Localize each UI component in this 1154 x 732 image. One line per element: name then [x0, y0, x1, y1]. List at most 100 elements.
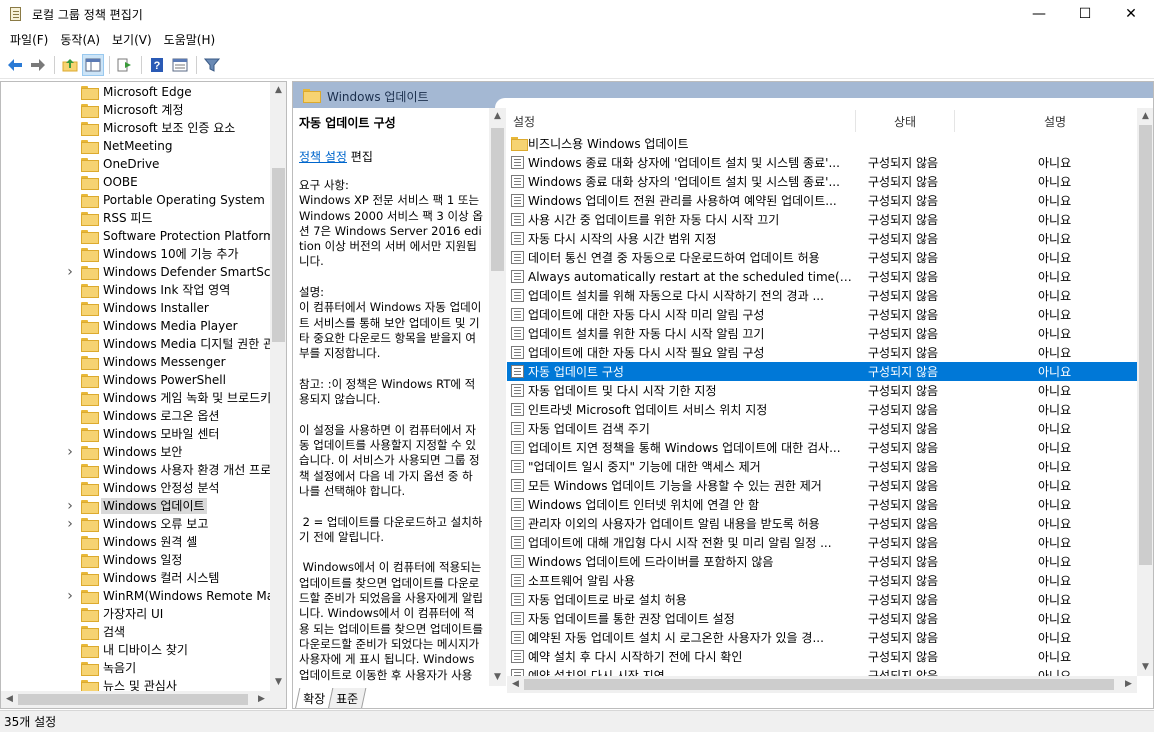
tree-item[interactable]: Microsoft 계정: [1, 101, 271, 119]
tree-item[interactable]: 검색: [1, 623, 271, 641]
tree-item[interactable]: Windows 일정: [1, 551, 271, 569]
tree-item[interactable]: Windows Media 디지털 권한 관: [1, 335, 271, 353]
policy-setting-row[interactable]: 업데이트 설치를 위해 자동으로 다시 시작하기 전의 경과 ... 구성되지 않…: [507, 286, 1137, 305]
properties-view-icon[interactable]: [169, 54, 191, 76]
tree-item[interactable]: Windows Installer: [1, 299, 271, 317]
tree-item[interactable]: Windows 로그온 옵션: [1, 407, 271, 425]
tree-item[interactable]: Windows 모바일 센터: [1, 425, 271, 443]
scroll-down-icon[interactable]: ▼: [489, 669, 506, 686]
policy-setting-row[interactable]: 모든 Windows 업데이트 기능을 사용할 수 있는 권한 제거 구성되지 않…: [507, 476, 1137, 495]
tree-item[interactable]: › Windows 보안: [1, 443, 271, 461]
edit-policy-link[interactable]: 정책 설정: [299, 150, 347, 164]
tree-item[interactable]: Software Protection Platform: [1, 227, 271, 245]
policy-setting-row[interactable]: 자동 업데이트 및 다시 시작 기한 지정 구성되지 않음 아니요: [507, 381, 1137, 400]
column-header-state[interactable]: 상태: [894, 113, 916, 130]
tree-item[interactable]: Portable Operating System: [1, 191, 271, 209]
tree-item[interactable]: 녹음기: [1, 659, 271, 677]
show-hide-tree-icon[interactable]: [82, 53, 104, 76]
expand-chevron-icon[interactable]: ›: [65, 588, 75, 604]
policy-setting-row[interactable]: 자동 다시 시작의 사용 시간 범위 지정 구성되지 않음 아니요: [507, 229, 1137, 248]
column-header-comment[interactable]: 설명: [1044, 113, 1066, 130]
tree-vertical-scrollbar[interactable]: ▲ ▼: [270, 82, 286, 691]
policy-setting-row[interactable]: 자동 업데이트 구성 구성되지 않음 아니요: [507, 362, 1137, 381]
policy-setting-row[interactable]: 업데이트 설치를 위한 자동 다시 시작 알림 끄기 구성되지 않음 아니요: [507, 324, 1137, 343]
tree-item[interactable]: Microsoft 보조 인증 요소: [1, 119, 271, 137]
list-vertical-scrollbar[interactable]: ▲ ▼: [1137, 108, 1153, 676]
tree-item[interactable]: Windows 컬러 시스템: [1, 569, 271, 587]
policy-setting-row[interactable]: 업데이트 지연 정책을 통해 Windows 업데이트에 대한 검사... 구성되…: [507, 438, 1137, 457]
help-icon[interactable]: ?: [146, 54, 168, 76]
close-button[interactable]: ✕: [1108, 0, 1154, 28]
tree-item[interactable]: › Windows Defender SmartScree: [1, 263, 271, 281]
tree-item[interactable]: › Windows 업데이트: [1, 497, 271, 515]
tree-item[interactable]: Windows Messenger: [1, 353, 271, 371]
export-list-icon[interactable]: [114, 54, 136, 76]
menu-action[interactable]: 동작(A): [54, 31, 106, 48]
policy-setting-row[interactable]: 업데이트에 대해 개입형 다시 시작 전환 및 미리 알림 일정 ... 구성되지…: [507, 533, 1137, 552]
tree-item[interactable]: OneDrive: [1, 155, 271, 173]
description-vertical-scrollbar[interactable]: ▲ ▼: [489, 108, 506, 686]
tree-item[interactable]: OOBE: [1, 173, 271, 191]
back-arrow-icon[interactable]: [4, 54, 26, 76]
tree-item[interactable]: Windows 사용자 환경 개선 프로: [1, 461, 271, 479]
policy-setting-row[interactable]: 인트라넷 Microsoft 업데이트 서비스 위치 지정 구성되지 않음 아니요: [507, 400, 1137, 419]
menu-help[interactable]: 도움말(H): [158, 31, 222, 48]
policy-setting-row[interactable]: Windows 종료 대화 상자의 '업데이트 설치 및 시스템 종료'... 구…: [507, 172, 1137, 191]
expand-chevron-icon[interactable]: ›: [65, 444, 75, 460]
policy-setting-row[interactable]: 예약 설치의 다시 시작 지연 구성되지 않음 아니요: [507, 666, 1137, 676]
filter-icon[interactable]: [201, 54, 223, 76]
scroll-down-icon[interactable]: ▼: [270, 674, 286, 691]
tree-horizontal-scrollbar[interactable]: ◀ ▶: [1, 691, 286, 708]
scroll-up-icon[interactable]: ▲: [270, 82, 286, 99]
column-divider[interactable]: [855, 110, 856, 132]
list-folder-row[interactable]: 비즈니스용 Windows 업데이트: [507, 134, 1137, 153]
policy-setting-row[interactable]: "업데이트 일시 중지" 기능에 대한 액세스 제거 구성되지 않음 아니요: [507, 457, 1137, 476]
menu-view[interactable]: 보기(V): [106, 31, 158, 48]
tree-item[interactable]: Windows Ink 작업 영역: [1, 281, 271, 299]
tree-item[interactable]: Windows 게임 녹화 및 브로드키: [1, 389, 271, 407]
policy-setting-row[interactable]: 자동 업데이트로 바로 설치 허용 구성되지 않음 아니요: [507, 590, 1137, 609]
tree-item[interactable]: Windows 10에 기능 추가: [1, 245, 271, 263]
policy-setting-row[interactable]: Windows 업데이트 인터넷 위치에 연결 안 함 구성되지 않음 아니요: [507, 495, 1137, 514]
scroll-down-icon[interactable]: ▼: [1137, 659, 1153, 676]
tree-item[interactable]: Windows 원격 셸: [1, 533, 271, 551]
scroll-thumb[interactable]: [272, 168, 285, 342]
policy-setting-row[interactable]: 예약 설치 후 다시 시작하기 전에 다시 확인 구성되지 않음 아니요: [507, 647, 1137, 666]
scroll-thumb[interactable]: [18, 694, 248, 705]
scroll-up-icon[interactable]: ▲: [489, 108, 506, 125]
expand-chevron-icon[interactable]: ›: [65, 264, 75, 280]
tree-item[interactable]: Windows 안정성 분석: [1, 479, 271, 497]
policy-tree-pane[interactable]: Microsoft Edge Microsoft 계정 Microsoft 보조 인…: [0, 81, 287, 709]
policy-setting-row[interactable]: 예약된 자동 업데이트 설치 시 로그온한 사용자가 있을 경... 구성되지 않…: [507, 628, 1137, 647]
policy-setting-row[interactable]: Always automatically restart at the sche…: [507, 267, 1137, 286]
scroll-thumb[interactable]: [491, 128, 504, 271]
minimize-button[interactable]: —: [1016, 0, 1062, 28]
policy-setting-row[interactable]: 소프트웨어 알림 사용 구성되지 않음 아니요: [507, 571, 1137, 590]
up-folder-icon[interactable]: [59, 54, 81, 76]
policy-setting-row[interactable]: 사용 시간 중 업데이트를 위한 자동 다시 시작 끄기 구성되지 않음 아니요: [507, 210, 1137, 229]
tree-item[interactable]: 뉴스 및 관심사: [1, 677, 271, 692]
expand-chevron-icon[interactable]: ›: [65, 498, 75, 514]
scroll-left-icon[interactable]: ◀: [1, 691, 18, 708]
policy-setting-row[interactable]: Windows 종료 대화 상자에 '업데이트 설치 및 시스템 종료'... 구…: [507, 153, 1137, 172]
column-divider[interactable]: [954, 110, 955, 132]
tree-item[interactable]: 내 디바이스 찾기: [1, 641, 271, 659]
policy-setting-row[interactable]: 자동 업데이트 검색 주기 구성되지 않음 아니요: [507, 419, 1137, 438]
tree-item[interactable]: › Windows 오류 보고: [1, 515, 271, 533]
tree-item[interactable]: 가장자리 UI: [1, 605, 271, 623]
maximize-button[interactable]: ☐: [1062, 0, 1108, 28]
forward-arrow-icon[interactable]: [27, 54, 49, 76]
menu-file[interactable]: 파일(F): [4, 31, 54, 48]
tab-standard[interactable]: 표준: [327, 688, 367, 708]
column-header-setting[interactable]: 설정: [513, 113, 535, 130]
tree-item[interactable]: Microsoft Edge: [1, 83, 271, 101]
policy-setting-row[interactable]: 자동 업데이트를 통한 권장 업데이트 설정 구성되지 않음 아니요: [507, 609, 1137, 628]
tree-item[interactable]: Windows PowerShell: [1, 371, 271, 389]
expand-chevron-icon[interactable]: ›: [65, 516, 75, 532]
tree-item[interactable]: NetMeeting: [1, 137, 271, 155]
policy-setting-row[interactable]: 업데이트에 대한 자동 다시 시작 미리 알림 구성 구성되지 않음 아니요: [507, 305, 1137, 324]
policy-setting-row[interactable]: 업데이트에 대한 자동 다시 시작 필요 알림 구성 구성되지 않음 아니요: [507, 343, 1137, 362]
scroll-right-icon[interactable]: ▶: [253, 691, 270, 708]
policy-setting-row[interactable]: Windows 업데이트 전원 관리를 사용하여 예약된 업데이트... 구성되지…: [507, 191, 1137, 210]
scroll-up-icon[interactable]: ▲: [1137, 108, 1153, 125]
